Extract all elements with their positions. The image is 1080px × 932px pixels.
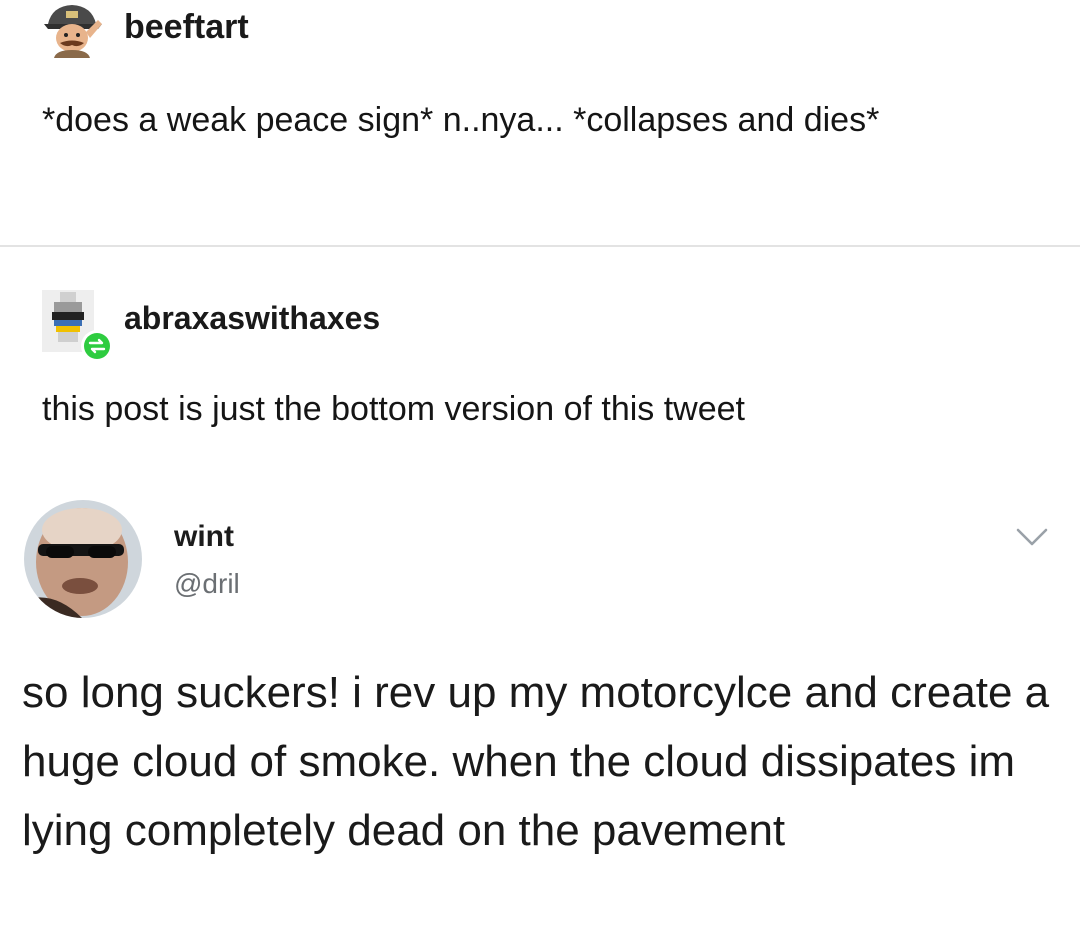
avatar-pixel-icon bbox=[42, 290, 113, 362]
avatar-photo-icon bbox=[24, 500, 142, 618]
avatar[interactable] bbox=[42, 2, 104, 58]
tweet-text: so long suckers! i rev up my motorcylce … bbox=[22, 668, 1050, 855]
tweet-display-name[interactable]: wint bbox=[174, 520, 234, 554]
post-divider bbox=[0, 245, 1080, 247]
post-text: *does a weak peace sign* n..nya... *coll… bbox=[42, 101, 880, 139]
avatar-cartoon-icon bbox=[44, 5, 102, 58]
tweet-avatar[interactable] bbox=[24, 500, 142, 618]
post-text: this post is just the bottom version of … bbox=[42, 390, 745, 428]
post-beeftart: beeftart *does a weak peace sign* n..nya… bbox=[0, 0, 1080, 246]
chevron-down-icon[interactable] bbox=[1014, 524, 1050, 550]
reblog-icon bbox=[81, 330, 113, 362]
username[interactable]: abraxaswithaxes bbox=[124, 300, 380, 337]
username[interactable]: beeftart bbox=[124, 8, 249, 47]
avatar[interactable] bbox=[42, 290, 116, 364]
tweet-handle[interactable]: @dril bbox=[174, 568, 240, 600]
